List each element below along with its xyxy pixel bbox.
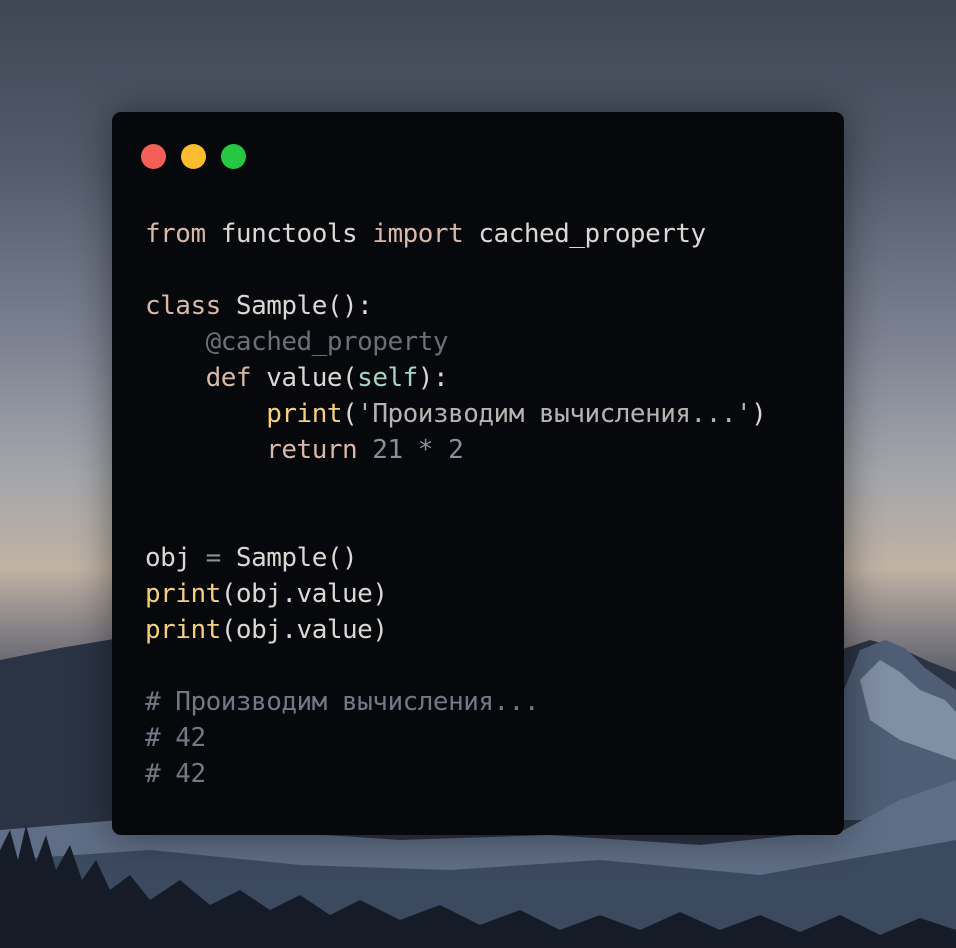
code-token-string: 'Производим вычисления...' [357,399,752,429]
code-token-keyword: def [205,363,252,393]
code-token-keyword: return [266,435,358,465]
code-line: print(obj.value) [145,612,766,648]
code-line: def value(self): [145,360,766,396]
code-token-number: 2 [432,435,464,465]
code-line: class Sample(): [145,288,766,324]
close-window-button[interactable] [141,144,166,169]
code-line: # 42 [145,756,766,792]
code-token-self: self [357,363,418,393]
code-token-comment: # 42 [145,759,206,789]
code-line: return 21 * 2 [145,432,766,468]
code-line: obj = Sample() [145,540,766,576]
code-token-builtin: print [266,399,343,429]
code-token-plain: cached_property [463,219,706,249]
code-token-plain: ( [342,399,358,429]
maximize-window-button[interactable] [221,144,246,169]
code-token-keyword: import [372,219,464,249]
code-token-number: 21 [357,435,418,465]
code-token-plain: value( [251,363,358,393]
code-block: from functools import cached_propertycla… [145,216,767,792]
code-token-plain: obj [145,543,206,573]
code-token-plain: (obj.value) [220,579,388,609]
code-line: print('Производим вычисления...') [145,396,767,432]
code-token-op: = [205,543,222,573]
code-token-plain: (obj.value) [220,615,388,645]
code-line: print(obj.value) [145,576,766,612]
code-token-keyword: class [145,291,221,321]
code-token-plain: functools [205,219,373,249]
code-token-plain: Sample() [220,543,358,573]
code-token-plain: ): [417,363,449,393]
code-token-builtin: print [145,579,221,609]
code-token-decorator: @cached_property [145,327,449,357]
code-token-op: * [417,435,434,465]
minimize-window-button[interactable] [181,144,206,169]
code-line: # 42 [145,720,766,756]
code-line: from functools import cached_property [145,216,766,252]
code-token-plain: ) [751,399,767,429]
code-token-builtin: print [145,615,221,645]
code-token-keyword: from [145,219,206,249]
code-line: @cached_property [145,324,766,360]
code-token-comment: # 42 [145,723,206,753]
code-token-plain: Sample(): [220,291,373,321]
code-token-comment: # Производим вычисления... [145,687,540,717]
code-line: # Производим вычисления... [145,684,766,720]
